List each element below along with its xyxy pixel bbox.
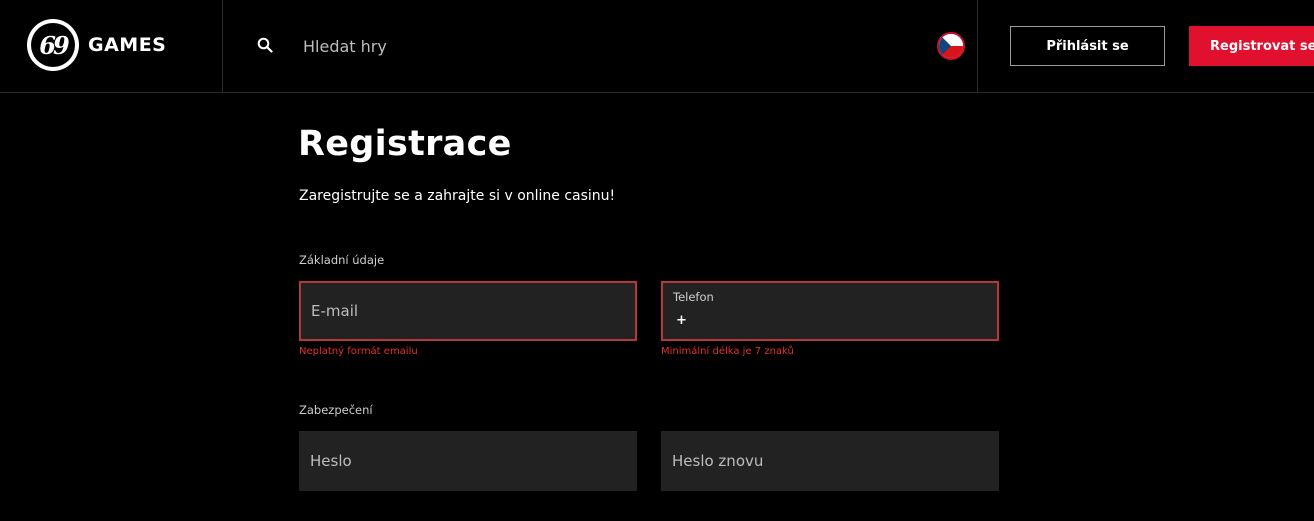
password-repeat-field-wrapper	[661, 431, 999, 491]
password-repeat-field[interactable]	[661, 431, 999, 491]
page-subtitle: Zaregistrujte se a zahrajte si v online …	[299, 188, 616, 204]
password-field[interactable]	[299, 431, 637, 491]
email-field[interactable]	[301, 283, 635, 339]
logo-text: GAMES	[88, 34, 167, 56]
email-field-wrapper	[299, 281, 637, 341]
header-divider	[977, 0, 978, 93]
top-header: 69 GAMES Přihlásit se Registrovat se	[0, 0, 1314, 93]
page-title: Registrace	[298, 124, 512, 164]
section-label-basic: Základní údaje	[299, 253, 385, 267]
password-field-wrapper	[299, 431, 637, 491]
phone-error: Minimální délka je 7 znaků	[661, 346, 794, 357]
logo-mark: 69	[27, 19, 79, 71]
phone-field-wrapper: Telefon +	[661, 281, 999, 341]
czech-flag-graphic	[939, 34, 963, 58]
phone-field[interactable]	[663, 283, 997, 339]
section-label-security: Zabezpečení	[299, 403, 373, 417]
logo-mark-number: 69	[31, 23, 75, 67]
site-logo[interactable]: 69 GAMES	[27, 19, 166, 71]
search-icon[interactable]	[257, 37, 273, 53]
email-error: Neplatný formát emailu	[299, 346, 418, 357]
czech-flag-icon[interactable]	[937, 32, 965, 60]
search-input[interactable]	[295, 30, 895, 62]
register-button[interactable]: Registrovat se	[1189, 26, 1314, 66]
header-divider	[222, 0, 223, 93]
login-button[interactable]: Přihlásit se	[1010, 26, 1165, 66]
